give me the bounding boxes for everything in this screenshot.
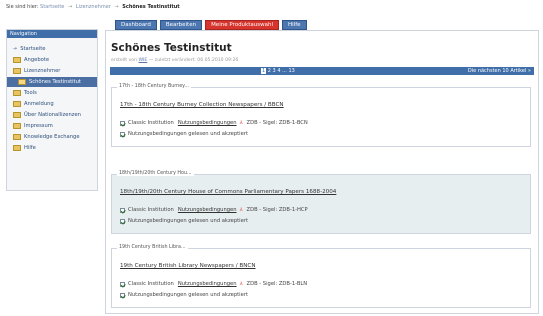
product-accept-row: Nutzungsbedingungen gelesen und akzeptie… [120, 131, 248, 137]
meta-prefix: erstellt von [111, 58, 137, 63]
accept-terms-checkbox[interactable] [120, 218, 125, 224]
product-license-row: Classic Institution Nutzungsbedingungen … [120, 120, 308, 126]
accept-terms-label: Nutzungsbedingungen gelesen und akzeptie… [128, 218, 248, 224]
breadcrumb-separator: → [114, 4, 119, 10]
product-title-link[interactable]: 17th - 18th Century Burney Collection Ne… [120, 102, 284, 108]
main-content: Schönes Testinstitut erstellt von WIE — … [105, 30, 539, 314]
accept-terms-label: Nutzungsbedingungen gelesen und akzeptie… [128, 131, 248, 137]
sidebar-item-label: Impressum [24, 123, 53, 129]
pagination-bar: 1 2 3 4 ... 13 Die nächsten 10 Artikel » [110, 67, 534, 75]
sidebar-item-label: Tools [24, 90, 37, 96]
breadcrumb-prefix: Sie sind hier: [6, 4, 39, 10]
classic-institution-checkbox[interactable] [120, 281, 125, 287]
product-license-row: Classic Institution Nutzungsbedingungen … [120, 207, 308, 213]
sidebar-item-knowledge-exchange[interactable]: Knowledge Exchange [7, 132, 97, 142]
sidebar-navigation: Navigation ➔ Startseite Angebote Lizenzn… [6, 29, 98, 191]
terms-link[interactable]: Nutzungsbedingungen [178, 207, 237, 213]
sidebar-header: Navigation [7, 30, 97, 38]
sidebar-item-lizenznehmer[interactable]: Lizenznehmer [7, 66, 97, 76]
zdb-sigel: ZDB - Sigel: ZDB-1-BLN [246, 281, 308, 287]
sidebar-item-label: Anmeldung [24, 101, 54, 107]
accept-terms-label: Nutzungsbedingungen gelesen und akzeptie… [128, 292, 248, 298]
zdb-sigel: ZDB - Sigel: ZDB-1-BCN [246, 120, 308, 126]
pdf-icon: ⅄ [239, 119, 243, 126]
product-fieldset: 19th Century British Libra... 19th Centu… [111, 245, 531, 308]
classic-institution-label: Classic Institution [128, 120, 174, 126]
sidebar-item-angebote[interactable]: Angebote [7, 55, 97, 65]
folder-icon [13, 57, 21, 63]
breadcrumb-separator: → [67, 4, 73, 10]
sidebar-item-tools[interactable]: Tools [7, 88, 97, 98]
page-title: Schönes Testinstitut [111, 42, 232, 54]
sidebar-item-schoenes-testinstitut[interactable]: Schönes Testinstitut [7, 77, 97, 87]
folder-icon [13, 112, 21, 118]
product-accept-row: Nutzungsbedingungen gelesen und akzeptie… [120, 292, 248, 298]
sidebar-item-hilfe[interactable]: Hilfe [7, 143, 97, 153]
classic-institution-label: Classic Institution [128, 281, 174, 287]
breadcrumb-item-lizenznehmer[interactable]: Lizenznehmer [76, 4, 111, 10]
sidebar-item-ueber-nationallizenzen[interactable]: Über Nationallizenzen [7, 110, 97, 120]
folder-open-icon [18, 79, 26, 85]
arrow-icon: ➔ [13, 46, 18, 52]
next-page-link[interactable]: Die nächsten 10 Artikel » [468, 68, 531, 74]
sidebar-item-impressum[interactable]: Impressum [7, 121, 97, 131]
content-tabs: Dashboard Bearbeiten Meine Produktauswah… [115, 20, 307, 30]
sidebar-item-label: Über Nationallizenzen [24, 112, 81, 118]
pdf-icon: ⅄ [239, 280, 243, 287]
tab-dashboard[interactable]: Dashboard [115, 20, 157, 30]
product-accept-row: Nutzungsbedingungen gelesen und akzeptie… [120, 218, 248, 224]
accept-terms-checkbox[interactable] [120, 131, 125, 137]
terms-link[interactable]: Nutzungsbedingungen [178, 120, 237, 126]
folder-icon [13, 134, 21, 140]
folder-icon [13, 101, 21, 107]
accept-terms-checkbox[interactable] [120, 292, 125, 298]
product-fieldset: 18th/19th/20th Century Hou... 18th/19th/… [111, 171, 531, 234]
product-title-link[interactable]: 19th Century British Library Newspapers … [120, 263, 256, 269]
tab-bearbeiten[interactable]: Bearbeiten [159, 20, 203, 30]
tab-meine-produktauswahl[interactable]: Meine Produktauswahl [205, 20, 279, 30]
fieldset-legend: 18th/19th/20th Century Hou... [117, 171, 194, 176]
tab-hilfe[interactable]: Hilfe [282, 20, 307, 30]
product-license-row: Classic Institution Nutzungsbedingungen … [120, 281, 307, 287]
sidebar-item-anmeldung[interactable]: Anmeldung [7, 99, 97, 109]
sidebar-item-label: Lizenznehmer [24, 68, 61, 74]
meta-author-link[interactable]: WIE [138, 58, 147, 63]
terms-link[interactable]: Nutzungsbedingungen [178, 281, 237, 287]
sidebar-item-label: Startseite [20, 46, 46, 52]
classic-institution-label: Classic Institution [128, 207, 174, 213]
page-links: 1 2 3 4 ... 13 [261, 68, 295, 74]
other-pages[interactable]: 2 3 4 ... 13 [268, 68, 295, 74]
sidebar-item-startseite[interactable]: ➔ Startseite [7, 44, 97, 54]
classic-institution-checkbox[interactable] [120, 120, 125, 126]
sidebar-item-label: Schönes Testinstitut [29, 79, 81, 85]
fieldset-legend: 19th Century British Libra... [117, 245, 188, 250]
folder-icon [13, 123, 21, 129]
page-meta: erstellt von WIE — zuletzt verändert: 06… [111, 58, 238, 63]
sidebar-item-label: Angebote [24, 57, 50, 63]
folder-icon [13, 90, 21, 96]
meta-modified: — zuletzt verändert: 06.05.2010 09:26 [148, 58, 239, 63]
classic-institution-checkbox[interactable] [120, 207, 125, 213]
breadcrumb-item-startseite[interactable]: Startseite [40, 4, 64, 10]
fieldset-legend: 17th - 18th Century Burney... [117, 84, 191, 89]
breadcrumb: Sie sind hier: Startseite → Lizenznehmer… [6, 4, 180, 10]
folder-icon [13, 145, 21, 151]
zdb-sigel: ZDB - Sigel: ZDB-1-HCP [246, 207, 308, 213]
product-title-link[interactable]: 18th/19th/20th Century House of Commons … [120, 189, 336, 195]
folder-icon [13, 68, 21, 74]
pdf-icon: ⅄ [239, 206, 243, 213]
sidebar-item-label: Knowledge Exchange [24, 134, 80, 140]
current-page: 1 [261, 68, 267, 74]
breadcrumb-current: Schönes Testinstitut [122, 4, 180, 10]
sidebar-item-label: Hilfe [24, 145, 36, 151]
product-fieldset: 17th - 18th Century Burney... 17th - 18t… [111, 84, 531, 147]
